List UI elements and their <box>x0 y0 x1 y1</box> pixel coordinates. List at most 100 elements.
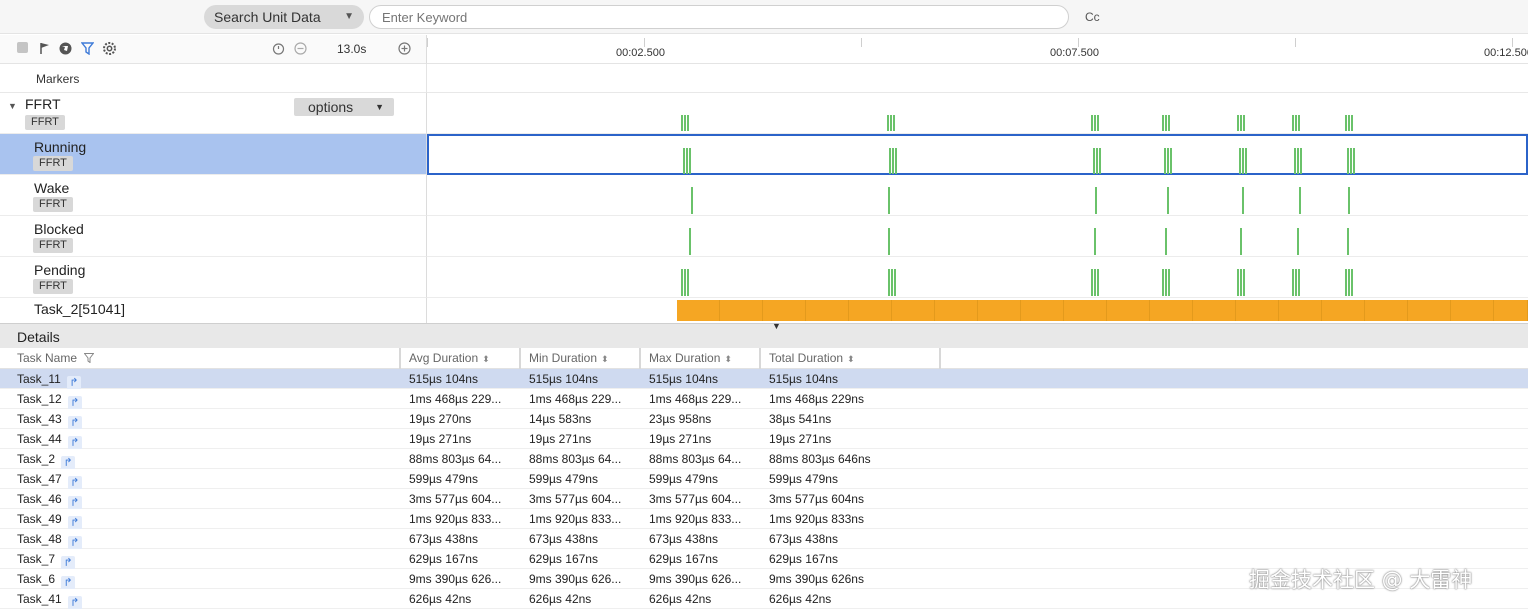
event-bar[interactable] <box>1096 148 1098 174</box>
event-bar[interactable] <box>1099 148 1101 174</box>
sort-icon[interactable]: ⬍ <box>847 354 855 364</box>
task-slice[interactable] <box>806 300 849 321</box>
event-bar[interactable] <box>1243 269 1245 296</box>
event-bar[interactable] <box>687 115 689 131</box>
event-bar[interactable] <box>1353 148 1355 174</box>
task-slice[interactable] <box>1021 300 1064 321</box>
event-bar[interactable] <box>1295 115 1297 131</box>
task-slice[interactable] <box>1365 300 1408 321</box>
event-bar[interactable] <box>1091 115 1093 131</box>
event-bar[interactable] <box>1351 115 1353 131</box>
event-bar[interactable] <box>1350 148 1352 174</box>
case-sensitive-toggle[interactable]: Cc <box>1085 10 1100 24</box>
task-slice[interactable] <box>935 300 978 321</box>
event-bar[interactable] <box>888 187 890 214</box>
event-bar[interactable] <box>681 115 683 131</box>
track-wake[interactable]: Wake FFRT <box>0 175 427 216</box>
task-slice[interactable] <box>849 300 892 321</box>
event-bar[interactable] <box>687 269 689 296</box>
sort-icon[interactable]: ⬍ <box>601 354 609 364</box>
flag-icon[interactable] <box>38 42 51 55</box>
event-bar[interactable] <box>894 269 896 296</box>
event-bar[interactable] <box>1094 269 1096 296</box>
task-slice[interactable] <box>892 300 935 321</box>
table-row[interactable]: Task_47 ↱ 599µs 479ns 599µs 479ns 599µs 479n… <box>0 469 1528 489</box>
event-bar[interactable] <box>1097 269 1099 296</box>
column-max-duration[interactable]: Max Duration ⬍ <box>641 348 761 369</box>
track-lane-blocked[interactable] <box>427 216 1528 257</box>
zoom-in-icon[interactable] <box>398 42 411 55</box>
event-bar[interactable] <box>1292 115 1294 131</box>
task-slice[interactable] <box>1322 300 1365 321</box>
track-pending[interactable]: Pending FFRT <box>0 257 427 298</box>
event-bar[interactable] <box>1168 269 1170 296</box>
event-bar[interactable] <box>890 115 892 131</box>
event-bar[interactable] <box>1243 115 1245 131</box>
markers-row[interactable]: Markers <box>0 64 1528 93</box>
column-avg-duration[interactable]: Avg Duration ⬍ <box>401 348 521 369</box>
event-bar[interactable] <box>889 148 891 174</box>
column-min-duration[interactable]: Min Duration ⬍ <box>521 348 641 369</box>
track-lane-wake[interactable] <box>427 175 1528 216</box>
event-bar[interactable] <box>1242 148 1244 174</box>
task-slice[interactable] <box>1279 300 1322 321</box>
event-bar[interactable] <box>1094 115 1096 131</box>
panel-resize-arrow-icon[interactable]: ▼ <box>772 321 781 331</box>
filter-icon[interactable] <box>80 42 95 56</box>
table-row[interactable]: Task_12 ↱ 1ms 468µs 229... 1ms 468µs 229...… <box>0 389 1528 409</box>
task-slice[interactable] <box>1451 300 1494 321</box>
event-bar[interactable] <box>1298 269 1300 296</box>
square-icon[interactable] <box>16 42 29 55</box>
table-row[interactable]: Task_44 ↱ 19µs 271ns 19µs 271ns 19µs 271ns 19… <box>0 429 1528 449</box>
event-bar[interactable] <box>1348 269 1350 296</box>
settings-icon[interactable] <box>103 42 116 55</box>
event-bar[interactable] <box>888 228 890 255</box>
event-bar[interactable] <box>1094 228 1096 255</box>
event-bar[interactable] <box>1245 148 1247 174</box>
task-slice[interactable] <box>1107 300 1150 321</box>
event-bar[interactable] <box>689 148 691 174</box>
jump-to-icon[interactable]: ↱ <box>61 576 76 589</box>
event-bar[interactable] <box>684 269 686 296</box>
event-bar[interactable] <box>1242 187 1244 214</box>
track-running[interactable]: Running FFRT <box>0 134 427 175</box>
jump-to-icon[interactable]: ↱ <box>61 556 76 569</box>
event-bar[interactable] <box>1165 269 1167 296</box>
jump-to-icon[interactable]: ↱ <box>67 516 82 529</box>
task-slice[interactable] <box>1150 300 1193 321</box>
event-bar[interactable] <box>1240 115 1242 131</box>
event-bar[interactable] <box>1348 187 1350 214</box>
keyword-search-input[interactable] <box>369 5 1069 29</box>
event-bar[interactable] <box>893 115 895 131</box>
column-total-duration[interactable]: Total Duration ⬍ <box>761 348 941 369</box>
event-bar[interactable] <box>887 115 889 131</box>
event-bar[interactable] <box>1345 115 1347 131</box>
event-bar[interactable] <box>684 115 686 131</box>
event-bar[interactable] <box>895 148 897 174</box>
event-bar[interactable] <box>1348 115 1350 131</box>
event-bar[interactable] <box>1240 228 1242 255</box>
event-bar[interactable] <box>681 269 683 296</box>
time-ruler[interactable]: 00:02.500 00:07.500 00:12.500 <box>427 35 1528 64</box>
column-task-name[interactable]: Task Name <box>9 348 401 369</box>
event-bar[interactable] <box>1240 269 1242 296</box>
table-row[interactable]: Task_2 ↱ 88ms 803µs 64... 88ms 803µs 64... 8… <box>0 449 1528 469</box>
jump-to-icon[interactable]: ↱ <box>67 396 82 409</box>
jump-to-icon[interactable]: ↱ <box>67 536 82 549</box>
event-bar[interactable] <box>686 148 688 174</box>
globe-icon[interactable] <box>59 42 72 55</box>
event-bar[interactable] <box>1165 115 1167 131</box>
zoom-out-icon[interactable] <box>294 42 307 55</box>
jump-to-icon[interactable]: ↱ <box>67 476 82 489</box>
task-slice[interactable] <box>978 300 1021 321</box>
task-slice[interactable] <box>763 300 806 321</box>
task-slice[interactable] <box>720 300 763 321</box>
task-slice[interactable] <box>677 300 720 321</box>
event-bar[interactable] <box>1164 148 1166 174</box>
event-bar[interactable] <box>892 148 894 174</box>
sort-icon[interactable]: ⬍ <box>724 354 732 364</box>
task-slice[interactable] <box>1064 300 1107 321</box>
sort-icon[interactable]: ⬍ <box>482 354 490 364</box>
event-bar[interactable] <box>1091 269 1093 296</box>
event-bar[interactable] <box>1162 269 1164 296</box>
